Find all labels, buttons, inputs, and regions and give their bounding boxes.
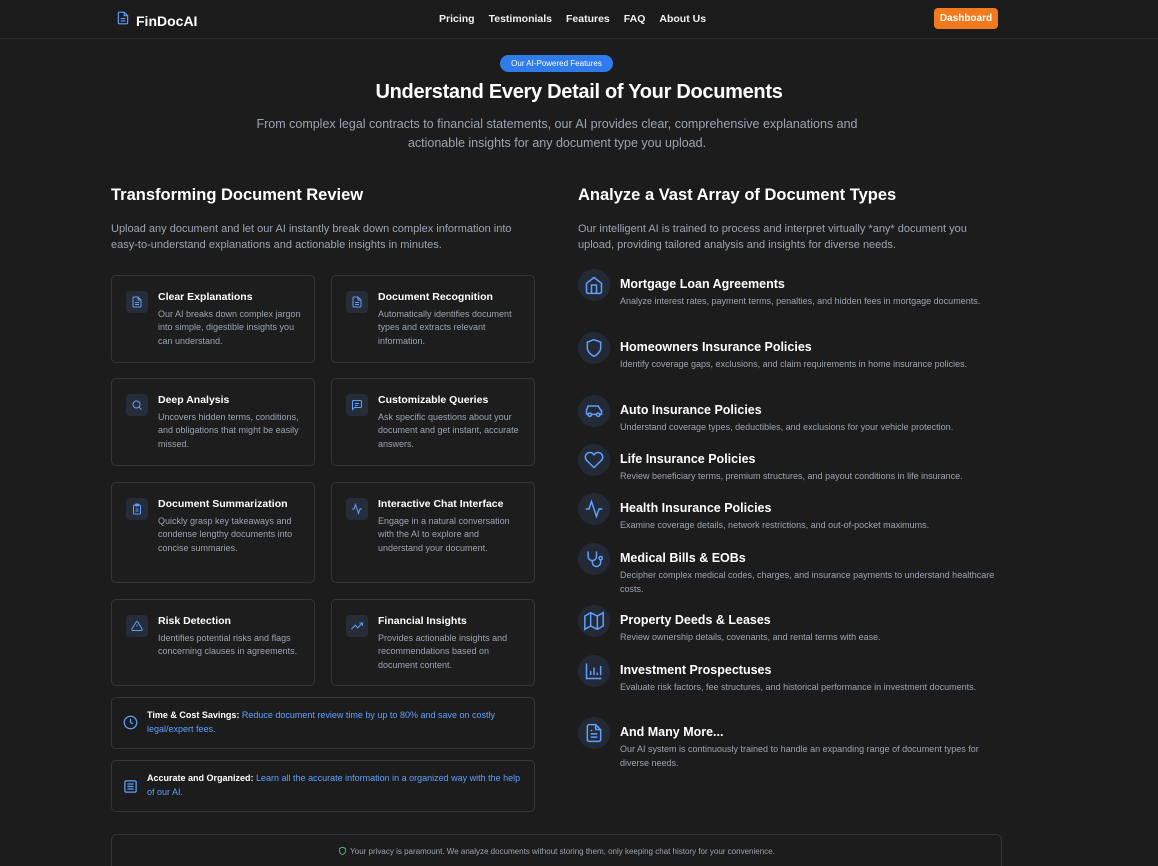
feature-description: Automatically identifies document types … [378,309,512,346]
warning-icon [126,615,148,637]
car-icon [578,395,610,427]
privacy-notice: Your privacy is paramount. We analyze do… [111,834,1002,866]
right-section-description: Our intelligent AI is trained to process… [578,223,967,251]
feature-card-document-recognition: Document Recognition Automatically ident… [331,275,535,363]
doc-type-title: And Many More... [620,725,724,739]
feature-description: Engage in a natural conversation with th… [378,516,510,553]
feature-title: Interactive Chat Interface [378,498,504,510]
nav-link-about-us[interactable]: About Us [659,13,706,25]
list-icon [123,779,138,799]
feature-title: Customizable Queries [378,394,489,406]
feature-title: Financial Insights [378,615,467,627]
file-text-icon [578,717,610,749]
doc-type-title: Mortgage Loan Agreements [620,277,785,291]
left-section-description: Upload any document and let our AI insta… [111,223,512,251]
page-subtitle: From complex legal contracts to financia… [256,117,858,150]
page-title: Understand Every Detail of Your Document… [375,81,783,103]
feature-title: Clear Explanations [158,291,253,303]
nav-link-pricing[interactable]: Pricing [439,13,475,25]
heart-icon [578,444,610,476]
doc-type-title: Health Insurance Policies [620,501,772,515]
clipboard-icon [126,498,148,520]
logo-text: FinDocAI [136,12,198,29]
feature-card-interactive-chat: Interactive Chat Interface Engage in a n… [331,482,535,583]
feature-description: Ask specific questions about your docume… [378,412,519,449]
doc-type-description: Analyze interest rates, payment terms, p… [620,296,981,306]
feature-description: Identifies potential risks and flags con… [158,633,298,657]
doc-type-description: Decipher complex medical codes, charges,… [620,570,995,594]
clock-icon [123,715,138,735]
home-icon [578,269,610,301]
doc-type-description: Review ownership details, covenants, and… [620,632,881,642]
organized-callout: Accurate and Organized: Learn all the ac… [111,760,535,812]
privacy-text: Your privacy is paramount. We analyze do… [350,847,775,856]
logo[interactable]: FinDocAI [116,10,197,31]
top-nav: FinDocAI Pricing Testimonials Features F… [0,0,1158,39]
shield-icon [578,332,610,364]
stethoscope-icon [578,543,610,575]
feature-description: Uncovers hidden terms, conditions, and o… [158,412,299,449]
feature-description: Our AI breaks down complex jargon into s… [158,309,301,346]
activity-icon [346,498,368,520]
feature-card-document-summarization: Document Summarization Quickly grasp key… [111,482,315,583]
savings-text: Time & Cost Savings: Reduce document rev… [147,709,522,736]
features-badge: Our AI-Powered Features [500,55,613,72]
savings-label: Time & Cost Savings: [147,710,240,720]
feature-title: Document Recognition [378,291,493,303]
doc-type-description: Review beneficiary terms, premium struct… [620,471,963,481]
shield-icon [338,846,350,856]
bar-chart-icon [578,655,610,687]
doc-type-title: Homeowners Insurance Policies [620,340,812,354]
feature-title: Document Summarization [158,498,288,510]
doc-type-title: Property Deeds & Leases [620,613,771,627]
doc-type-description: Understand coverage types, deductibles, … [620,422,954,432]
pulse-icon [578,493,610,525]
feature-card-customizable-queries: Customizable Queries Ask specific questi… [331,378,535,466]
document-icon [126,291,148,313]
doc-type-description: Examine coverage details, network restri… [620,520,930,530]
feature-card-deep-analysis: Deep Analysis Uncovers hidden terms, con… [111,378,315,466]
map-icon [578,605,610,637]
feature-title: Risk Detection [158,615,231,627]
left-section-title: Transforming Document Review [111,186,364,204]
organized-label: Accurate and Organized: [147,773,254,783]
nav-links: Pricing Testimonials Features FAQ About … [439,13,706,25]
savings-callout: Time & Cost Savings: Reduce document rev… [111,697,535,749]
doc-type-title: Auto Insurance Policies [620,403,762,417]
feature-card-risk-detection: Risk Detection Identifies potential risk… [111,599,315,686]
feature-card-financial-insights: Financial Insights Provides actionable i… [331,599,535,686]
search-icon [126,394,148,416]
doc-type-title: Medical Bills & EOBs [620,551,746,565]
organized-text: Accurate and Organized: Learn all the ac… [147,772,522,799]
doc-type-description: Evaluate risk factors, fee structures, a… [620,682,977,692]
chat-icon [346,394,368,416]
feature-description: Provides actionable insights and recomme… [378,633,508,670]
nav-link-testimonials[interactable]: Testimonials [489,13,552,25]
feature-description: Quickly grasp key takeaways and condense… [158,516,293,553]
document-icon [116,10,130,31]
feature-card-clear-explanations: Clear Explanations Our AI breaks down co… [111,275,315,363]
dashboard-button[interactable]: Dashboard [934,8,998,29]
feature-title: Deep Analysis [158,394,230,406]
document-icon [346,291,368,313]
nav-link-faq[interactable]: FAQ [624,13,646,25]
right-section-title: Analyze a Vast Array of Document Types [578,186,897,204]
nav-link-features[interactable]: Features [566,13,610,25]
doc-type-title: Life Insurance Policies [620,452,756,466]
doc-type-description: Our AI system is continuously trained to… [620,744,979,768]
doc-type-description: Identify coverage gaps, exclusions, and … [620,359,968,369]
doc-type-title: Investment Prospectuses [620,663,772,677]
trending-up-icon [346,615,368,637]
